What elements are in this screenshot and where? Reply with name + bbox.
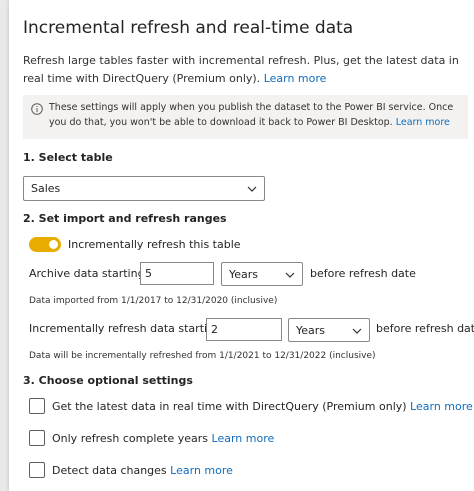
directquery-option: Get the latest data in real time with Di… <box>52 400 473 413</box>
incremental-suffix: before refresh date <box>376 322 474 335</box>
detect-changes-checkbox[interactable] <box>29 462 45 478</box>
dialog-title: Incremental refresh and real-time data <box>23 18 354 38</box>
learn-more-link[interactable]: Learn more <box>264 72 327 85</box>
info-icon <box>31 103 43 115</box>
chevron-down-icon <box>285 272 295 278</box>
directquery-checkbox[interactable] <box>29 398 45 414</box>
toggle-label: Incrementally refresh this table <box>68 238 241 251</box>
incremental-unit-select[interactable]: Years <box>288 318 370 342</box>
archive-note: Data imported from 1/1/2017 to 12/31/202… <box>29 296 278 306</box>
directquery-learn-more-link[interactable]: Learn more <box>410 400 473 413</box>
detect-changes-option: Detect data changes Learn more <box>52 464 233 477</box>
table-select-value: Sales <box>31 182 61 195</box>
info-learn-more-link[interactable]: Learn more <box>396 117 450 128</box>
complete-years-checkbox[interactable] <box>29 430 45 446</box>
incremental-unit-value: Years <box>296 324 326 337</box>
incremental-value-input[interactable]: 2 <box>206 318 282 341</box>
archive-unit-value: Years <box>229 268 259 281</box>
archive-unit-select[interactable]: Years <box>221 262 303 286</box>
info-banner: These settings will apply when you publi… <box>23 95 468 139</box>
directquery-label: Get the latest data in real time with Di… <box>52 400 407 413</box>
archive-suffix: before refresh date <box>310 267 416 280</box>
incremental-refresh-dialog: Incremental refresh and real-time data R… <box>9 0 474 491</box>
complete-years-learn-more-link[interactable]: Learn more <box>212 432 275 445</box>
dialog-description: Refresh large tables faster with increme… <box>23 52 468 88</box>
description-text: Refresh large tables faster with increme… <box>23 54 459 85</box>
info-text-block: These settings will apply when you publi… <box>49 100 464 130</box>
detect-changes-learn-more-link[interactable]: Learn more <box>170 464 233 477</box>
incremental-refresh-toggle[interactable] <box>29 237 61 252</box>
chevron-down-icon <box>352 328 362 334</box>
info-text: These settings will apply when you publi… <box>49 102 454 128</box>
complete-years-option: Only refresh complete years Learn more <box>52 432 274 445</box>
table-select[interactable]: Sales <box>23 176 265 201</box>
archive-label: Archive data starting <box>29 267 145 280</box>
complete-years-label: Only refresh complete years <box>52 432 209 445</box>
archive-value-input[interactable]: 5 <box>140 262 214 285</box>
incremental-label: Incrementally refresh data starting <box>29 322 222 335</box>
detect-changes-label: Detect data changes <box>52 464 167 477</box>
section-select-table: 1. Select table <box>23 151 113 164</box>
section-optional-settings: 3. Choose optional settings <box>23 374 193 387</box>
chevron-down-icon <box>247 186 257 192</box>
toggle-knob <box>49 240 58 249</box>
section-import-refresh: 2. Set import and refresh ranges <box>23 212 227 225</box>
incremental-note: Data will be incrementally refreshed fro… <box>29 351 376 361</box>
